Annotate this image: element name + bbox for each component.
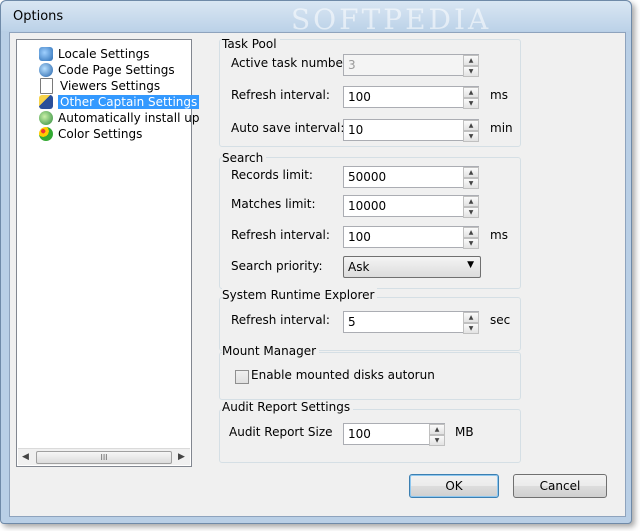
task-refresh-spinner[interactable]: 100 ▲ ▼ [343, 86, 479, 109]
pencil-ruler-icon [39, 95, 53, 109]
spin-up-icon[interactable]: ▲ [463, 196, 479, 207]
settings-panel: Task Pool Active task number: 3 ▲ ▼ Refre… [200, 37, 615, 465]
spin-up-icon[interactable]: ▲ [463, 87, 479, 98]
autorun-checkbox[interactable] [235, 370, 249, 384]
update-globe-icon [39, 111, 53, 125]
spin-up-icon[interactable]: ▲ [463, 120, 479, 131]
tree-item-other-captain-settings[interactable]: Other Captain Settings [39, 94, 200, 110]
tree-item-label: Color Settings [58, 127, 143, 141]
runtime-refresh-unit: sec [490, 313, 511, 327]
scroll-right-icon[interactable]: ▶ [178, 452, 185, 462]
runtime-explorer-title: System Runtime Explorer [222, 288, 378, 302]
matches-limit-label: Matches limit: [231, 197, 316, 211]
cancel-button[interactable]: Cancel [513, 474, 607, 498]
ok-button[interactable]: OK [409, 474, 499, 498]
search-refresh-value: 100 [348, 230, 371, 244]
audit-size-unit: MB [455, 425, 474, 439]
search-refresh-label: Refresh interval: [231, 228, 330, 242]
runtime-refresh-label: Refresh interval: [231, 313, 330, 327]
dialog-body: Locale Settings Code Page Settings Viewe… [9, 32, 626, 517]
globe-icon [39, 63, 53, 77]
mount-manager-title: Mount Manager [222, 344, 320, 358]
document-icon [40, 78, 53, 94]
spin-down-icon[interactable]: ▼ [463, 66, 479, 77]
spin-down-icon[interactable]: ▼ [463, 238, 479, 249]
palette-icon [39, 127, 53, 141]
runtime-refresh-value: 5 [348, 315, 356, 329]
tree-item-viewers-settings[interactable]: Viewers Settings [39, 78, 160, 94]
matches-limit-spinner[interactable]: 10000 ▲ ▼ [343, 195, 479, 218]
matches-limit-value: 10000 [348, 199, 387, 213]
autosave-unit: min [490, 121, 513, 135]
tree-item-code-page-settings[interactable]: Code Page Settings [39, 62, 175, 78]
audit-size-spinner[interactable]: 100 ▲ ▼ [343, 423, 445, 446]
scroll-left-icon[interactable]: ◀ [22, 452, 29, 462]
options-window: Options SOFTPEDIA Locale Settings Code P… [0, 0, 632, 524]
task-refresh-label: Refresh interval: [231, 88, 330, 102]
runtime-refresh-spinner[interactable]: 5 ▲ ▼ [343, 311, 479, 334]
spin-up-icon[interactable]: ▲ [463, 55, 479, 66]
spin-up-icon[interactable]: ▲ [463, 312, 479, 323]
window-title: Options [13, 9, 64, 24]
spin-down-icon[interactable]: ▼ [463, 98, 479, 109]
search-priority-select[interactable]: Ask ▼ [343, 256, 481, 278]
audit-size-label: Audit Report Size [229, 425, 333, 439]
tree-item-color-settings[interactable]: Color Settings [39, 126, 142, 142]
task-refresh-unit: ms [490, 88, 508, 102]
settings-tree: Locale Settings Code Page Settings Viewe… [16, 39, 233, 467]
autosave-value: 10 [348, 123, 364, 137]
globe-arrow-icon [39, 47, 53, 61]
records-limit-value: 50000 [348, 170, 387, 184]
tree-item-label: Viewers Settings [60, 79, 161, 93]
records-limit-spinner[interactable]: 50000 ▲ ▼ [343, 166, 479, 189]
spin-down-icon[interactable]: ▼ [463, 207, 479, 218]
search-refresh-unit: ms [490, 228, 508, 242]
spin-up-icon[interactable]: ▲ [463, 227, 479, 238]
spin-down-icon[interactable]: ▼ [463, 131, 479, 142]
search-priority-value: Ask [348, 260, 370, 274]
tree-horizontal-scrollbar[interactable]: ◀ III ▶ [18, 448, 190, 465]
spin-down-icon[interactable]: ▼ [463, 323, 479, 334]
active-task-label: Active task number: [231, 56, 352, 70]
audit-size-value: 100 [348, 427, 371, 441]
search-title: Search [222, 151, 267, 165]
title-bar[interactable]: Options SOFTPEDIA [1, 1, 631, 36]
audit-report-title: Audit Report Settings [222, 400, 354, 414]
spin-down-icon[interactable]: ▼ [429, 435, 445, 446]
search-priority-label: Search priority: [231, 259, 323, 273]
tree-item-locale-settings[interactable]: Locale Settings [39, 46, 150, 62]
autosave-spinner[interactable]: 10 ▲ ▼ [343, 119, 479, 142]
chevron-down-icon: ▼ [467, 260, 474, 270]
tree-item-label: Locale Settings [58, 47, 150, 61]
tree-item-label: Code Page Settings [58, 63, 175, 77]
task-pool-title: Task Pool [222, 37, 280, 51]
spin-up-icon[interactable]: ▲ [429, 424, 445, 435]
spin-up-icon[interactable]: ▲ [463, 167, 479, 178]
search-refresh-spinner[interactable]: 100 ▲ ▼ [343, 226, 479, 249]
autosave-label: Auto save interval: [231, 121, 345, 135]
active-task-value: 3 [348, 58, 356, 72]
autorun-label[interactable]: Enable mounted disks autorun [251, 368, 435, 382]
active-task-spinner[interactable]: 3 ▲ ▼ [343, 54, 479, 77]
records-limit-label: Records limit: [231, 168, 313, 182]
scroll-thumb[interactable]: III [36, 451, 172, 464]
task-refresh-value: 100 [348, 90, 371, 104]
tree-item-label: Other Captain Settings [58, 95, 200, 109]
spin-down-icon[interactable]: ▼ [463, 178, 479, 189]
